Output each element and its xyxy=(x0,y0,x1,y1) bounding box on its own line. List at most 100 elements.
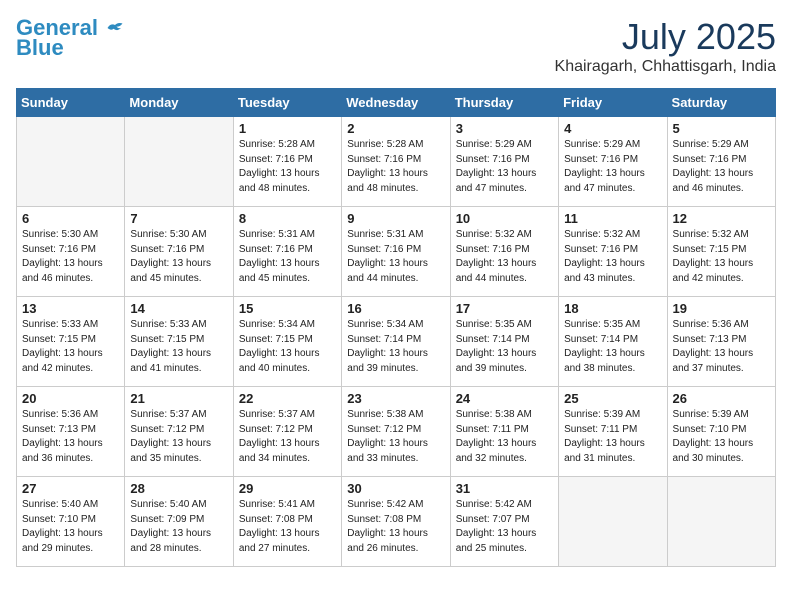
calendar-day-cell: 7 Sunrise: 5:30 AM Sunset: 7:16 PM Daylig… xyxy=(125,207,233,297)
calendar-day-cell: 23 Sunrise: 5:38 AM Sunset: 7:12 PM Dayli… xyxy=(342,387,450,477)
day-info: Sunrise: 5:30 AM Sunset: 7:16 PM Dayligh… xyxy=(130,228,227,286)
logo-blue: Blue xyxy=(16,36,64,60)
day-number: 14 xyxy=(130,301,227,316)
logo: General Blue xyxy=(16,16,124,60)
page-header: General Blue July 2025 Khairagarh, Chhat… xyxy=(16,16,776,76)
day-number: 29 xyxy=(239,481,336,496)
calendar-day-cell: 30Sunrise: 5:42 AM Sunset: 7:08 PM Dayli… xyxy=(342,477,450,567)
month-year: July 2025 xyxy=(555,16,776,58)
day-info: Sunrise: 5:33 AM Sunset: 7:15 PM Dayligh… xyxy=(130,318,227,376)
calendar-day-cell: 5 Sunrise: 5:29 AM Sunset: 7:16 PM Daylig… xyxy=(667,117,775,207)
day-info: Sunrise: 5:32 AM Sunset: 7:16 PM Dayligh… xyxy=(564,228,661,286)
calendar-day-cell: 26 Sunrise: 5:39 AM Sunset: 7:10 PM Dayli… xyxy=(667,387,775,477)
day-number: 21 xyxy=(130,391,227,406)
day-info: Sunrise: 5:33 AM Sunset: 7:15 PM Dayligh… xyxy=(22,318,119,376)
calendar-day-cell: 29 Sunrise: 5:41 AM Sunset: 7:08 PM Dayli… xyxy=(233,477,341,567)
day-number: 15 xyxy=(239,301,336,316)
day-info: Sunrise: 5:36 AM Sunset: 7:13 PM Dayligh… xyxy=(673,318,770,376)
day-info: Sunrise: 5:28 AM Sunset: 7:16 PM Dayligh… xyxy=(239,138,336,196)
calendar-day-cell xyxy=(667,477,775,567)
calendar-week-row: 6 Sunrise: 5:30 AM Sunset: 7:16 PM Daylig… xyxy=(17,207,776,297)
calendar-day-cell: 20 Sunrise: 5:36 AM Sunset: 7:13 PM Dayli… xyxy=(17,387,125,477)
calendar-table: SundayMondayTuesdayWednesdayThursdayFrid… xyxy=(16,88,776,567)
calendar-day-cell: 3 Sunrise: 5:29 AM Sunset: 7:16 PM Daylig… xyxy=(450,117,558,207)
day-number: 25 xyxy=(564,391,661,406)
day-number: 11 xyxy=(564,211,661,226)
day-number: 13 xyxy=(22,301,119,316)
day-info: Sunrise: 5:29 AM Sunset: 7:16 PM Dayligh… xyxy=(456,138,553,196)
day-number: 4 xyxy=(564,121,661,136)
day-info: Sunrise: 5:30 AM Sunset: 7:16 PM Dayligh… xyxy=(22,228,119,286)
day-number: 12 xyxy=(673,211,770,226)
day-number: 6 xyxy=(22,211,119,226)
calendar-day-cell: 8Sunrise: 5:31 AM Sunset: 7:16 PM Daylig… xyxy=(233,207,341,297)
calendar-day-cell: 1 Sunrise: 5:28 AM Sunset: 7:16 PM Daylig… xyxy=(233,117,341,207)
calendar-day-cell: 25 Sunrise: 5:39 AM Sunset: 7:11 PM Dayli… xyxy=(559,387,667,477)
day-info: Sunrise: 5:39 AM Sunset: 7:11 PM Dayligh… xyxy=(564,408,661,466)
day-info: Sunrise: 5:41 AM Sunset: 7:08 PM Dayligh… xyxy=(239,498,336,556)
day-number: 19 xyxy=(673,301,770,316)
day-info: Sunrise: 5:32 AM Sunset: 7:15 PM Dayligh… xyxy=(673,228,770,286)
day-info: Sunrise: 5:38 AM Sunset: 7:11 PM Dayligh… xyxy=(456,408,553,466)
calendar-day-cell: 14 Sunrise: 5:33 AM Sunset: 7:15 PM Dayli… xyxy=(125,297,233,387)
day-number: 7 xyxy=(130,211,227,226)
day-info: Sunrise: 5:31 AM Sunset: 7:16 PM Dayligh… xyxy=(239,228,336,286)
day-number: 5 xyxy=(673,121,770,136)
weekday-header: Tuesday xyxy=(233,89,341,117)
calendar-week-row: 1 Sunrise: 5:28 AM Sunset: 7:16 PM Daylig… xyxy=(17,117,776,207)
calendar-day-cell: 22 Sunrise: 5:37 AM Sunset: 7:12 PM Dayli… xyxy=(233,387,341,477)
calendar-day-cell: 9Sunrise: 5:31 AM Sunset: 7:16 PM Daylig… xyxy=(342,207,450,297)
day-number: 26 xyxy=(673,391,770,406)
day-number: 18 xyxy=(564,301,661,316)
calendar-day-cell: 18 Sunrise: 5:35 AM Sunset: 7:14 PM Dayli… xyxy=(559,297,667,387)
calendar-week-row: 13 Sunrise: 5:33 AM Sunset: 7:15 PM Dayli… xyxy=(17,297,776,387)
calendar-day-cell: 13 Sunrise: 5:33 AM Sunset: 7:15 PM Dayli… xyxy=(17,297,125,387)
day-number: 23 xyxy=(347,391,444,406)
calendar-day-cell: 4 Sunrise: 5:29 AM Sunset: 7:16 PM Daylig… xyxy=(559,117,667,207)
logo-bird-icon xyxy=(106,21,124,35)
day-info: Sunrise: 5:42 AM Sunset: 7:07 PM Dayligh… xyxy=(456,498,553,556)
calendar-day-cell: 10Sunrise: 5:32 AM Sunset: 7:16 PM Dayli… xyxy=(450,207,558,297)
day-info: Sunrise: 5:36 AM Sunset: 7:13 PM Dayligh… xyxy=(22,408,119,466)
day-info: Sunrise: 5:38 AM Sunset: 7:12 PM Dayligh… xyxy=(347,408,444,466)
day-number: 17 xyxy=(456,301,553,316)
weekday-header: Thursday xyxy=(450,89,558,117)
calendar-day-cell: 21 Sunrise: 5:37 AM Sunset: 7:12 PM Dayli… xyxy=(125,387,233,477)
day-info: Sunrise: 5:37 AM Sunset: 7:12 PM Dayligh… xyxy=(130,408,227,466)
calendar-day-cell xyxy=(125,117,233,207)
day-number: 16 xyxy=(347,301,444,316)
day-info: Sunrise: 5:28 AM Sunset: 7:16 PM Dayligh… xyxy=(347,138,444,196)
day-number: 3 xyxy=(456,121,553,136)
day-info: Sunrise: 5:35 AM Sunset: 7:14 PM Dayligh… xyxy=(564,318,661,376)
calendar-day-cell: 16 Sunrise: 5:34 AM Sunset: 7:14 PM Dayli… xyxy=(342,297,450,387)
location: Khairagarh, Chhattisgarh, India xyxy=(555,58,776,76)
day-number: 9 xyxy=(347,211,444,226)
calendar-week-row: 27Sunrise: 5:40 AM Sunset: 7:10 PM Dayli… xyxy=(17,477,776,567)
calendar-day-cell: 6 Sunrise: 5:30 AM Sunset: 7:16 PM Daylig… xyxy=(17,207,125,297)
calendar-day-cell: 11 Sunrise: 5:32 AM Sunset: 7:16 PM Dayli… xyxy=(559,207,667,297)
day-number: 10 xyxy=(456,211,553,226)
calendar-day-cell: 24Sunrise: 5:38 AM Sunset: 7:11 PM Dayli… xyxy=(450,387,558,477)
day-info: Sunrise: 5:34 AM Sunset: 7:14 PM Dayligh… xyxy=(347,318,444,376)
day-number: 2 xyxy=(347,121,444,136)
day-info: Sunrise: 5:29 AM Sunset: 7:16 PM Dayligh… xyxy=(673,138,770,196)
calendar-header-row: SundayMondayTuesdayWednesdayThursdayFrid… xyxy=(17,89,776,117)
weekday-header: Monday xyxy=(125,89,233,117)
day-info: Sunrise: 5:29 AM Sunset: 7:16 PM Dayligh… xyxy=(564,138,661,196)
day-number: 1 xyxy=(239,121,336,136)
weekday-header: Sunday xyxy=(17,89,125,117)
calendar-day-cell xyxy=(559,477,667,567)
calendar-week-row: 20 Sunrise: 5:36 AM Sunset: 7:13 PM Dayli… xyxy=(17,387,776,477)
calendar-day-cell: 28Sunrise: 5:40 AM Sunset: 7:09 PM Dayli… xyxy=(125,477,233,567)
day-number: 28 xyxy=(130,481,227,496)
day-info: Sunrise: 5:39 AM Sunset: 7:10 PM Dayligh… xyxy=(673,408,770,466)
calendar-day-cell: 12 Sunrise: 5:32 AM Sunset: 7:15 PM Dayli… xyxy=(667,207,775,297)
day-info: Sunrise: 5:35 AM Sunset: 7:14 PM Dayligh… xyxy=(456,318,553,376)
calendar-day-cell: 17 Sunrise: 5:35 AM Sunset: 7:14 PM Dayli… xyxy=(450,297,558,387)
calendar-day-cell xyxy=(17,117,125,207)
day-info: Sunrise: 5:42 AM Sunset: 7:08 PM Dayligh… xyxy=(347,498,444,556)
day-info: Sunrise: 5:37 AM Sunset: 7:12 PM Dayligh… xyxy=(239,408,336,466)
day-number: 22 xyxy=(239,391,336,406)
weekday-header: Wednesday xyxy=(342,89,450,117)
day-number: 20 xyxy=(22,391,119,406)
